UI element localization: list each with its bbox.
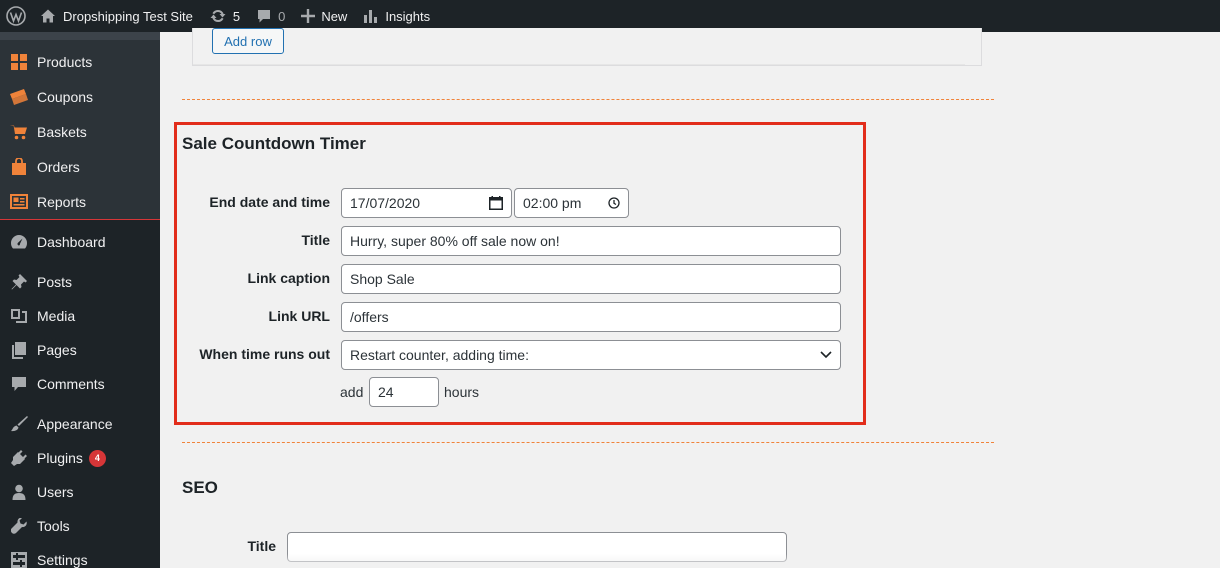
- sidebar-item-products[interactable]: Products: [0, 44, 160, 79]
- seo-section-title: SEO: [182, 478, 218, 497]
- sidebar-item-label: Coupons: [37, 88, 94, 105]
- end-time-input[interactable]: 02:00 pm: [514, 188, 629, 218]
- sidebar-item-label: Tools: [37, 518, 70, 534]
- countdown-title-value: Hurry, super 80% off sale now on!: [350, 233, 560, 249]
- orders-bag-icon: [10, 158, 28, 176]
- bar-chart-icon: [364, 10, 378, 23]
- woocommerce-submenu: Products Coupons Baskets Orders Reports: [0, 32, 160, 220]
- when-runs-out-select[interactable]: Restart counter, adding time:: [341, 340, 841, 370]
- sidebar-item-label: Comments: [37, 376, 105, 392]
- sidebar-item-users[interactable]: Users: [0, 475, 160, 509]
- sidebar-item-media[interactable]: Media: [0, 299, 160, 333]
- sidebar-item-label: Plugins: [37, 450, 83, 466]
- sidebar-item-label: Settings: [37, 552, 88, 568]
- sidebar-item-pages[interactable]: Pages: [0, 333, 160, 367]
- sidebar-item-label: Products: [37, 53, 93, 70]
- settings-icon: [10, 551, 28, 568]
- insights-label: Insights: [385, 8, 431, 24]
- media-icon: [10, 307, 28, 325]
- section-divider: [182, 99, 994, 100]
- link-caption-value: Shop Sale: [350, 271, 415, 287]
- reports-icon: [10, 193, 28, 211]
- main-menu: Dashboard Posts Media Pages Comments App…: [0, 220, 160, 568]
- scroll-fade: [160, 554, 1220, 568]
- add-hours-input[interactable]: 24: [369, 377, 439, 407]
- pages-icon: [10, 341, 28, 359]
- coupons-icon: [10, 88, 28, 106]
- end-date-label: End date and time: [209, 194, 330, 210]
- end-date-input[interactable]: 17/07/2020: [341, 188, 512, 218]
- sidebar-item-label: Dashboard: [37, 234, 106, 250]
- hours-label: hours: [444, 384, 480, 400]
- submenu-scroll-edge: [0, 32, 160, 40]
- sidebar-item-orders[interactable]: Orders: [0, 149, 160, 184]
- sidebar-item-label: Users: [37, 484, 74, 500]
- countdown-title-input[interactable]: Hurry, super 80% off sale now on!: [341, 226, 841, 256]
- basket-icon: [10, 123, 28, 141]
- chevron-down-icon: [820, 351, 832, 359]
- updates-count: 5: [232, 8, 241, 24]
- sidebar-item-appearance[interactable]: Appearance: [0, 407, 160, 441]
- home-icon: [41, 9, 55, 23]
- user-icon: [10, 483, 28, 501]
- sidebar-item-comments[interactable]: Comments: [0, 367, 160, 401]
- repeater-table-box: [192, 28, 982, 66]
- sidebar-item-coupons[interactable]: Coupons: [0, 79, 160, 114]
- link-url-label: Link URL: [268, 308, 330, 324]
- comment-bubble-icon: [258, 10, 271, 23]
- when-runs-out-value: Restart counter, adding time:: [350, 347, 529, 363]
- plugin-icon: [10, 449, 28, 467]
- plus-icon: [301, 9, 316, 23]
- add-label: add: [340, 384, 364, 400]
- wordpress-logo-icon[interactable]: [0, 0, 32, 32]
- link-caption-input[interactable]: Shop Sale: [341, 264, 841, 294]
- plugins-update-badge: 4: [88, 449, 106, 467]
- refresh-icon: [210, 9, 226, 23]
- sidebar-item-settings[interactable]: Settings: [0, 543, 160, 568]
- dashboard-icon: [10, 233, 28, 251]
- wrench-icon: [10, 517, 28, 535]
- comment-icon: [10, 375, 28, 393]
- sidebar-item-dashboard[interactable]: Dashboard: [0, 225, 160, 259]
- pushpin-icon: [10, 273, 28, 291]
- products-grid-icon: [10, 53, 28, 71]
- sidebar-item-label: Pages: [37, 342, 77, 358]
- link-url-value: /offers: [350, 309, 389, 325]
- section-divider: [182, 442, 994, 443]
- sidebar-item-tools[interactable]: Tools: [0, 509, 160, 543]
- sidebar-item-label: Baskets: [37, 123, 87, 140]
- sidebar-item-plugins[interactable]: Plugins 4: [0, 441, 160, 475]
- sidebar-item-label: Appearance: [37, 416, 113, 432]
- sidebar-item-label: Posts: [37, 274, 73, 290]
- link-caption-label: Link caption: [247, 270, 330, 286]
- new-label: New: [321, 8, 348, 24]
- add-row-button[interactable]: Add row: [212, 28, 284, 54]
- end-date-value: 17/07/2020: [350, 195, 421, 211]
- end-time-value: 02:00 pm: [523, 195, 582, 211]
- main-content: Add row Sale Countdown Timer End date an…: [160, 28, 1220, 568]
- site-name: Dropshipping Test Site: [63, 8, 193, 24]
- link-url-input[interactable]: /offers: [341, 302, 841, 332]
- paintbrush-icon: [10, 415, 28, 433]
- sidebar-item-baskets[interactable]: Baskets: [0, 114, 160, 149]
- countdown-section-title: Sale Countdown Timer: [182, 134, 366, 153]
- countdown-title-label: Title: [301, 232, 330, 248]
- sidebar-item-reports[interactable]: Reports: [0, 184, 160, 219]
- site-name-link[interactable]: Dropshipping Test Site: [32, 0, 201, 32]
- clock-icon[interactable]: [608, 197, 620, 209]
- comments-count: 0: [278, 8, 286, 24]
- sidebar-item-posts[interactable]: Posts: [0, 265, 160, 299]
- sidebar-item-label: Reports: [37, 193, 87, 210]
- seo-title-label: Title: [247, 538, 276, 554]
- calendar-icon[interactable]: [489, 196, 503, 210]
- sidebar-item-label: Media: [37, 308, 76, 324]
- sidebar-item-label: Orders: [37, 158, 80, 175]
- add-hours-value: 24: [378, 384, 394, 400]
- when-runs-out-label: When time runs out: [199, 346, 330, 362]
- admin-sidebar: Products Coupons Baskets Orders Reports …: [0, 32, 160, 568]
